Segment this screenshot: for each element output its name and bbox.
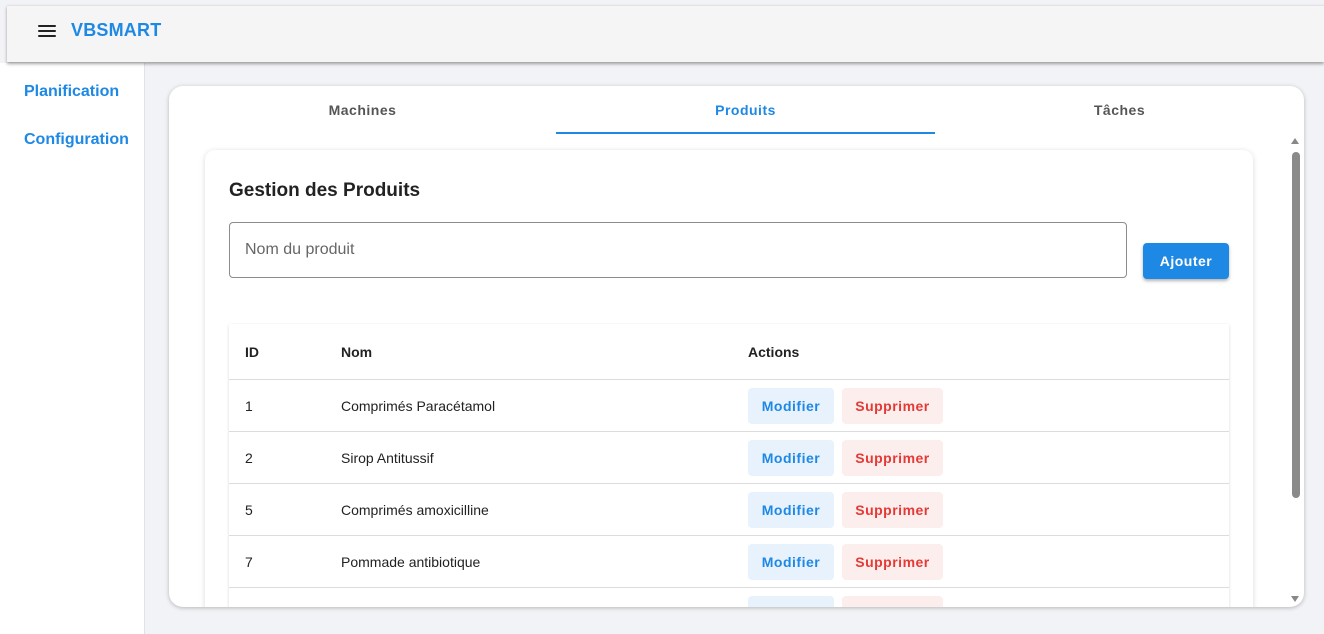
edit-button[interactable]: Modifier xyxy=(748,492,834,528)
tab-produits[interactable]: Produits xyxy=(556,86,935,134)
row-name: Comprimés amoxicilline xyxy=(341,502,489,518)
row-id: 1 xyxy=(245,398,253,414)
row-name: Comprimés Paracétamol xyxy=(341,398,496,414)
table-row: 2 Sirop Antitussif Modifier Supprimer xyxy=(229,432,1229,484)
sidebar: Planification Configuration xyxy=(0,63,145,634)
menu-icon[interactable] xyxy=(38,23,58,39)
product-name-input[interactable] xyxy=(229,222,1127,278)
table-row: 5 Comprimés amoxicilline Modifier Suppri… xyxy=(229,484,1229,536)
edit-button[interactable]: Modifier xyxy=(748,544,834,580)
app-bar: VBSMART xyxy=(7,5,1324,62)
scrollbar-thumb[interactable] xyxy=(1292,152,1300,498)
row-id: 2 xyxy=(245,450,253,466)
column-header-id: ID xyxy=(245,344,259,360)
edit-button[interactable]: Modifier xyxy=(748,440,834,476)
row-name: Sirop Antitussif xyxy=(341,450,434,466)
column-header-name: Nom xyxy=(341,344,373,360)
edit-button[interactable]: Modifier xyxy=(748,388,834,424)
table-header: ID Nom Actions xyxy=(229,324,1229,380)
column-header-actions: Actions xyxy=(748,344,800,360)
row-name: Pommade antibiotique xyxy=(341,554,481,570)
delete-button[interactable]: Supprimer xyxy=(842,388,943,424)
scroll-up-arrow-icon[interactable] xyxy=(1291,138,1299,144)
brand-logo[interactable]: VBSMART xyxy=(71,20,161,41)
delete-button[interactable]: Supprimer xyxy=(842,440,943,476)
table-row: 7 Pommade antibiotique Modifier Supprime… xyxy=(229,536,1229,588)
row-id: 5 xyxy=(245,502,253,518)
sidebar-item-configuration[interactable]: Configuration xyxy=(24,131,129,149)
page-title: Gestion des Produits xyxy=(229,180,421,201)
delete-button[interactable]: Supprimer xyxy=(842,492,943,528)
active-tab-indicator xyxy=(556,132,935,134)
products-table: ID Nom Actions 1 Comprimés Paracétamol M… xyxy=(229,324,1229,607)
delete-button[interactable]: Supprimer xyxy=(842,544,943,580)
tab-machines[interactable]: Machines xyxy=(169,86,556,134)
delete-button[interactable]: Supprimer xyxy=(842,596,943,607)
row-id: 7 xyxy=(245,554,253,570)
scroll-down-arrow-icon[interactable] xyxy=(1291,596,1299,602)
table-row: Modifier Supprimer xyxy=(229,588,1229,607)
tab-taches[interactable]: Tâches xyxy=(935,86,1304,134)
edit-button[interactable]: Modifier xyxy=(748,596,834,607)
table-row: 1 Comprimés Paracétamol Modifier Supprim… xyxy=(229,380,1229,432)
sidebar-item-planification[interactable]: Planification xyxy=(24,83,119,101)
main-card: Machines Produits Tâches Gestion des Pro… xyxy=(169,86,1304,607)
add-product-button[interactable]: Ajouter xyxy=(1143,243,1229,279)
products-card: Gestion des Produits Ajouter ID Nom Acti… xyxy=(205,150,1253,607)
